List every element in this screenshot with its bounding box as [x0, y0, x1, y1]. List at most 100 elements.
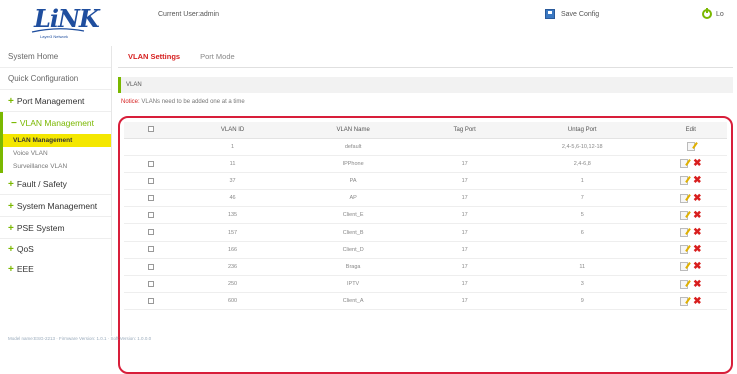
delete-icon[interactable]: ✖ [693, 279, 701, 289]
vlan-table-highlight: VLAN ID VLAN Name Tag Port Untag Port Ed… [118, 116, 733, 374]
row-actions-cell [654, 138, 727, 156]
sidebar-subitem-vlan-management[interactable]: VLAN Management [3, 134, 111, 147]
sidebar-item-label: Fault / Safety [16, 179, 67, 189]
edit-icon[interactable] [680, 176, 689, 186]
expand-icon: + [8, 201, 14, 212]
sidebar-subitem-voice-vlan[interactable]: Voice VLAN [3, 147, 111, 160]
row-checkbox[interactable] [148, 263, 155, 270]
tag-port-cell: 17 [419, 172, 510, 191]
sidebar-item-system-management[interactable]: + System Management [0, 195, 111, 217]
vlan-name-cell: Client_E [286, 206, 420, 225]
untag-port-cell: 11 [509, 258, 655, 277]
sidebar-item-system-home[interactable]: System Home [0, 46, 111, 68]
vlan-name-cell: AP [286, 189, 420, 208]
expand-icon: + [8, 244, 14, 255]
tab-vlan-settings[interactable]: VLAN Settings [118, 46, 190, 67]
select-all-header [124, 122, 179, 139]
sidebar-item-fault-safety[interactable]: + Fault / Safety [0, 173, 111, 195]
sidebar-item-pse-system[interactable]: + PSE System [0, 217, 111, 239]
vlan-name-cell: Braga [286, 258, 420, 277]
tab-bar: VLAN Settings Port Mode [118, 46, 733, 68]
sidebar-item-quick-configuration[interactable]: Quick Configuration [0, 68, 111, 90]
row-checkbox[interactable] [148, 280, 155, 287]
delete-icon[interactable]: ✖ [693, 262, 701, 272]
logo-subtitle: Layer3 Network [40, 34, 69, 39]
sidebar-item-vlan-management[interactable]: − VLAN Management [3, 112, 111, 134]
row-checkbox[interactable] [148, 212, 155, 219]
delete-icon[interactable]: ✖ [693, 176, 701, 186]
delete-icon[interactable]: ✖ [693, 193, 701, 203]
edit-icon[interactable] [680, 210, 689, 220]
column-header-vlan-id: VLAN ID [178, 122, 287, 139]
expand-icon: + [8, 264, 14, 275]
tag-port-cell: 17 [419, 223, 510, 242]
row-select-cell [124, 223, 179, 242]
vlan-id-cell: 600 [178, 292, 287, 311]
vlan-name-cell: IPTV [286, 275, 420, 294]
edit-icon[interactable] [680, 279, 689, 289]
row-select-cell [124, 172, 179, 191]
row-actions-cell: ✖ [654, 275, 727, 294]
delete-icon[interactable]: ✖ [693, 159, 701, 169]
table-row: 157 Client_B 17 6 ✖ [124, 223, 727, 242]
sidebar-item-label: EEE [16, 264, 34, 274]
logout-button[interactable]: Lo [702, 8, 724, 19]
row-select-cell [124, 189, 179, 208]
tab-port-mode[interactable]: Port Mode [190, 46, 245, 67]
edit-icon[interactable] [680, 193, 689, 203]
tag-port-cell: 17 [419, 275, 510, 294]
logout-label: Lo [716, 10, 724, 18]
row-checkbox[interactable] [148, 229, 155, 236]
row-select-cell [124, 258, 179, 277]
vlan-name-cell: Client_A [286, 292, 420, 311]
row-checkbox[interactable] [148, 194, 155, 201]
sidebar-item-label: Port Management [16, 96, 85, 106]
delete-icon[interactable]: ✖ [693, 228, 701, 238]
row-checkbox[interactable] [148, 160, 155, 167]
table-header-row: VLAN ID VLAN Name Tag Port Untag Port Ed… [124, 122, 727, 139]
top-bar: LiNK Layer3 Network Current User:admin S… [0, 0, 737, 44]
row-actions-cell: ✖ [654, 206, 727, 225]
section-title: VLAN [118, 77, 733, 93]
edit-icon[interactable] [680, 245, 689, 255]
delete-icon[interactable]: ✖ [693, 245, 701, 255]
untag-port-cell [509, 241, 655, 259]
sidebar-item-qos[interactable]: + QoS [0, 239, 111, 259]
table-row: 166 Client_D 17 ✖ [124, 241, 727, 259]
edit-icon[interactable] [680, 296, 689, 306]
power-icon [702, 8, 712, 19]
notice-label: Notice: [121, 99, 140, 105]
row-checkbox[interactable] [148, 298, 155, 305]
select-all-checkbox[interactable] [148, 126, 155, 133]
column-header-edit: Edit [654, 122, 727, 139]
vlan-table: VLAN ID VLAN Name Tag Port Untag Port Ed… [124, 122, 727, 311]
expand-icon: + [8, 96, 14, 107]
edit-icon[interactable] [686, 142, 695, 152]
edit-icon[interactable] [680, 159, 689, 169]
sidebar-subitem-surveillance-vlan[interactable]: Surveillance VLAN [3, 160, 111, 173]
tag-port-cell [419, 138, 510, 156]
edit-icon[interactable] [680, 228, 689, 238]
delete-icon[interactable]: ✖ [693, 210, 701, 220]
row-select-cell [124, 138, 179, 156]
delete-icon[interactable]: ✖ [693, 296, 701, 306]
save-config-button[interactable]: Save Config [545, 9, 599, 19]
row-actions-cell: ✖ [654, 258, 727, 277]
row-actions-cell: ✖ [654, 172, 727, 191]
current-user-label: Current User:admin [158, 11, 220, 18]
row-actions-cell: ✖ [654, 292, 727, 311]
row-checkbox[interactable] [148, 246, 155, 253]
row-actions-cell: ✖ [654, 189, 727, 208]
row-checkbox[interactable] [148, 177, 155, 184]
vlan-id-cell: 157 [178, 223, 287, 242]
sidebar-item-label: PSE System [16, 223, 65, 233]
edit-icon[interactable] [680, 262, 689, 272]
tag-port-cell: 17 [419, 292, 510, 311]
vlan-id-cell: 11 [178, 155, 287, 173]
sidebar-item-eee[interactable]: + EEE [0, 259, 111, 279]
untag-port-cell: 2,4-6,8 [509, 155, 655, 173]
sidebar-item-port-management[interactable]: + Port Management [0, 90, 111, 112]
vlan-id-cell: 236 [178, 258, 287, 277]
tag-port-cell: 17 [419, 206, 510, 225]
collapse-icon: − [11, 118, 17, 129]
